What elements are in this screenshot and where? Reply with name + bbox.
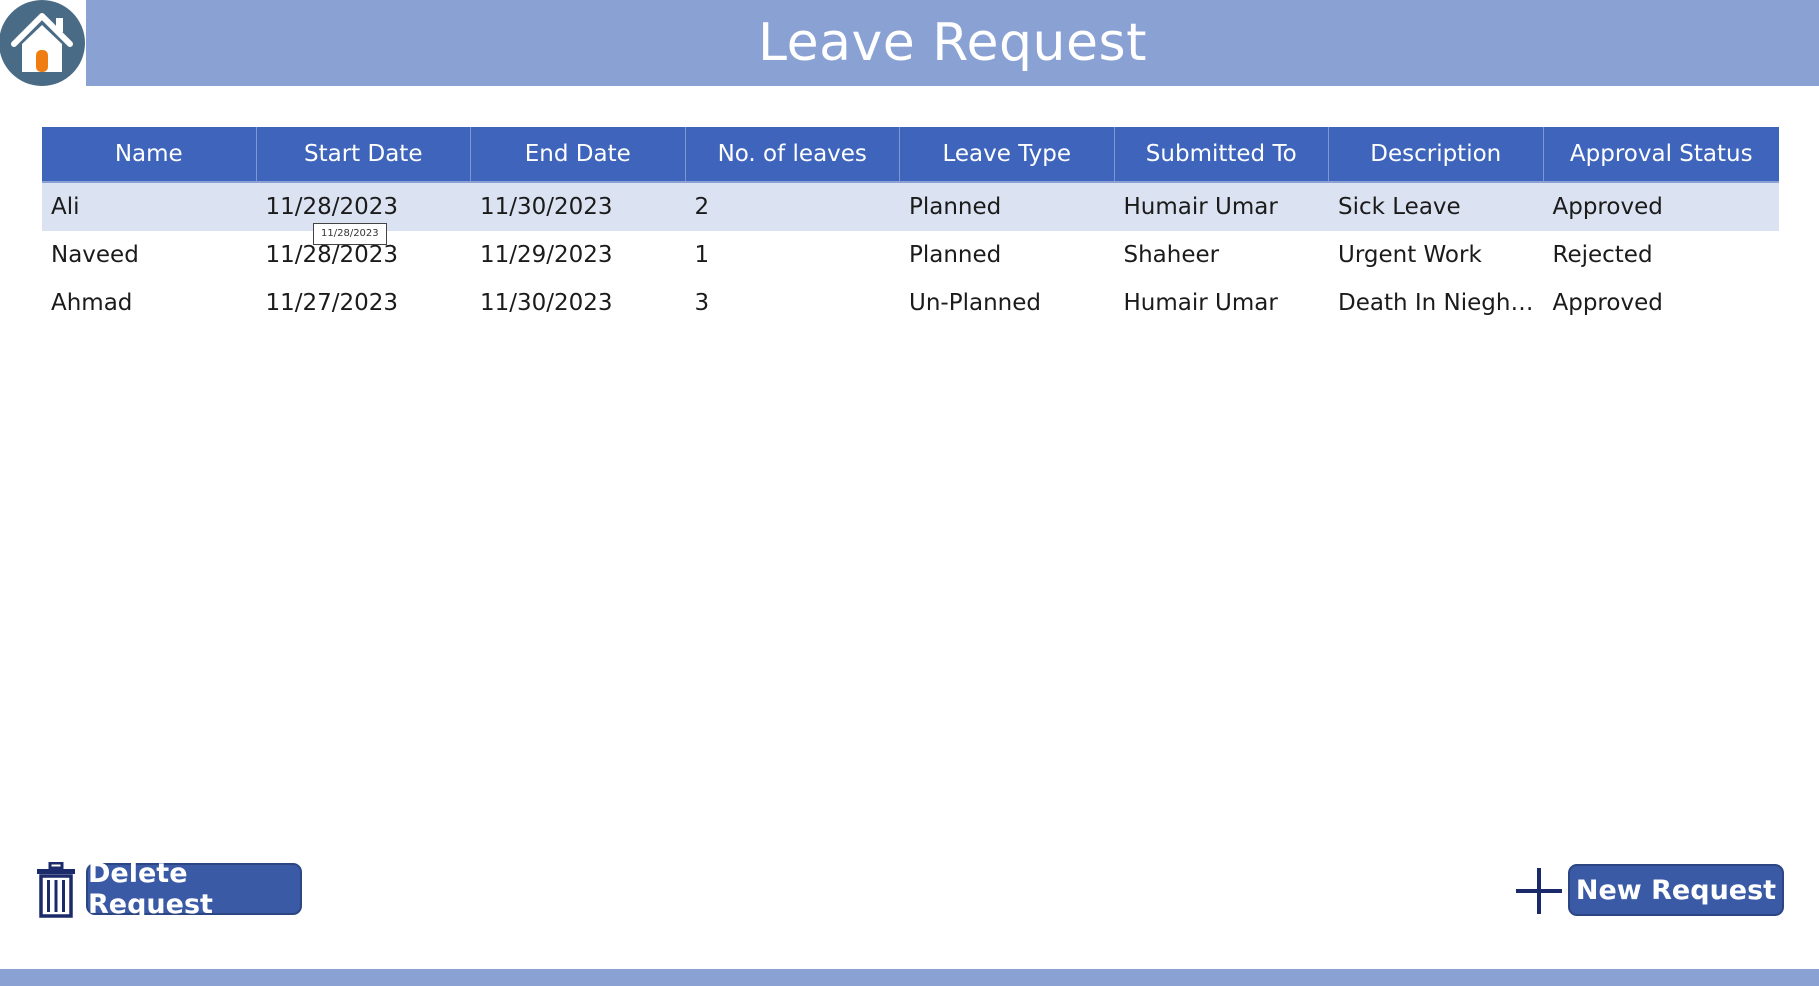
cell-end-date: 11/30/2023	[480, 290, 613, 316]
column-header-approval-status[interactable]: Approval Status	[1544, 127, 1780, 181]
cell-submitted-to: Shaheer	[1123, 242, 1220, 268]
cell-no-of-leaves: 3	[694, 290, 710, 316]
cell-approval-status: Approved	[1552, 194, 1663, 220]
home-button[interactable]	[0, 0, 86, 86]
table-row[interactable]: Ali 11/28/2023 11/30/2023 2 Planned Huma…	[42, 183, 1779, 231]
trash-icon	[37, 861, 75, 918]
column-header-no-of-leaves[interactable]: No. of leaves	[686, 127, 900, 181]
cell-description: Sick Leave	[1338, 194, 1461, 220]
cell-approval-status: Approved	[1552, 290, 1663, 316]
cell-start-date: 11/28/2023	[265, 242, 399, 268]
leave-request-gallery: Name Start Date End Date No. of leaves L…	[42, 127, 1779, 327]
column-header-start-date[interactable]: Start Date	[257, 127, 471, 181]
column-header-name[interactable]: Name	[42, 127, 257, 181]
cell-start-date: 11/28/2023	[265, 194, 399, 220]
cell-no-of-leaves: 1	[694, 242, 710, 268]
add-request-icon-button[interactable]	[1514, 866, 1564, 916]
table-row[interactable]: Naveed 11/28/2023 11/29/2023 1 Planned S…	[42, 231, 1779, 279]
cell-leave-type: Planned	[909, 242, 1002, 268]
cell-name: Naveed	[51, 242, 139, 268]
cell-name: Ali	[51, 194, 80, 220]
cell-end-date: 11/29/2023	[480, 242, 613, 268]
cell-name: Ahmad	[51, 290, 133, 316]
cell-no-of-leaves: 2	[694, 194, 710, 220]
cell-leave-type: Planned	[909, 194, 1002, 220]
cell-start-date: 11/27/2023	[265, 290, 399, 316]
column-header-end-date[interactable]: End Date	[471, 127, 686, 181]
delete-request-button[interactable]: Delete Request	[86, 858, 302, 920]
table-row[interactable]: Ahmad 11/27/2023 11/30/2023 3 Un-Planned…	[42, 279, 1779, 327]
cell-description: Urgent Work	[1338, 242, 1482, 268]
cell-submitted-to: Humair Umar	[1123, 290, 1278, 316]
header-bar: Leave Request	[0, 0, 1819, 86]
gallery-header: Name Start Date End Date No. of leaves L…	[42, 127, 1779, 183]
column-header-leave-type[interactable]: Leave Type	[900, 127, 1115, 181]
cell-submitted-to: Humair Umar	[1123, 194, 1278, 220]
cell-approval-status: Rejected	[1552, 242, 1653, 268]
home-icon	[0, 0, 85, 86]
date-tooltip: 11/28/2023	[313, 223, 387, 245]
cell-leave-type: Un-Planned	[909, 290, 1041, 316]
footer-bar	[0, 969, 1819, 986]
column-header-submitted-to[interactable]: Submitted To	[1115, 127, 1329, 181]
page-title: Leave Request	[758, 13, 1147, 73]
new-request-button[interactable]: New Request	[1568, 864, 1784, 916]
plus-icon	[1516, 868, 1562, 914]
cell-end-date: 11/30/2023	[480, 194, 613, 220]
cell-description: Death In Nieghb...	[1338, 290, 1544, 316]
delete-icon-button[interactable]	[36, 861, 76, 918]
column-header-description[interactable]: Description	[1329, 127, 1544, 181]
